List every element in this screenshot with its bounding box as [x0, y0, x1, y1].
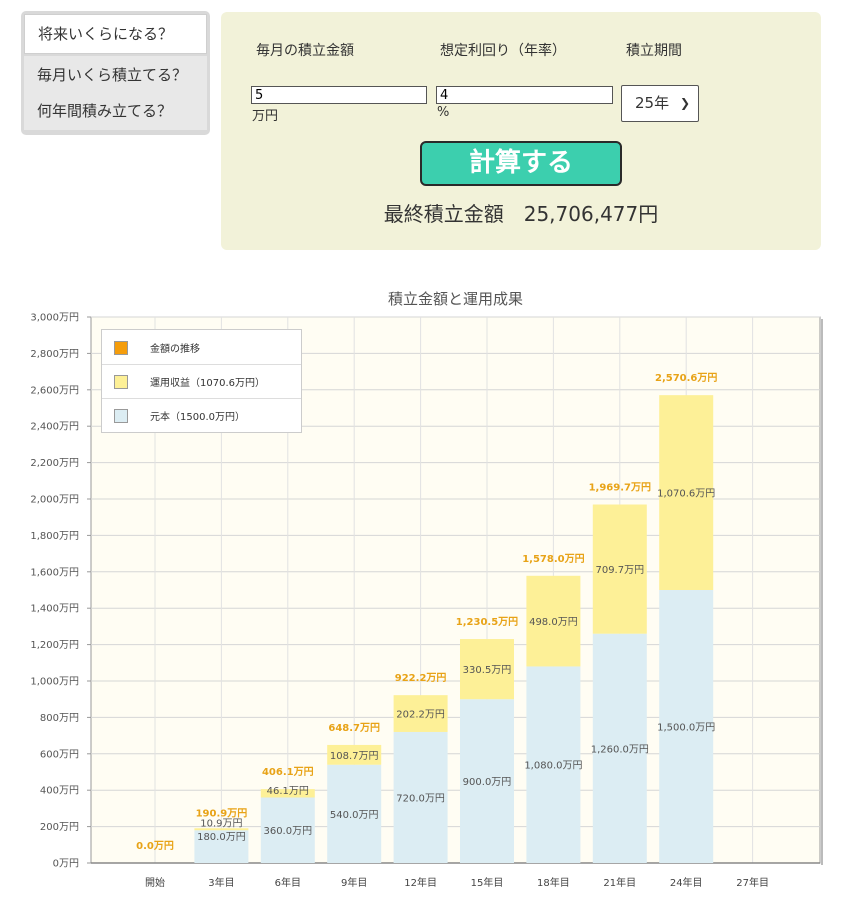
y-tick-label: 0万円: [53, 859, 79, 870]
data-label-total: 1,578.0万円: [522, 553, 584, 565]
legend-swatch-trend: [114, 341, 128, 355]
calc-mode-tabs: 将来いくらになる？ 毎月いくら積立てる？ 何年間積み立てる？: [21, 11, 210, 135]
y-tick-label: 200万円: [40, 822, 79, 833]
legend-label-principal: 元本（1500.0万円）: [150, 412, 245, 423]
data-label-gain: 10.9万円: [200, 818, 242, 829]
y-tick-label: 1,800万円: [30, 531, 79, 542]
data-label-principal: 1,080.0万円: [524, 761, 582, 772]
y-tick-label: 1,600万円: [30, 567, 79, 578]
y-tick-label: 2,400万円: [30, 422, 79, 433]
legend-item-principal: 元本（1500.0万円）: [102, 398, 301, 432]
monthly-amount-label: 毎月の積立金額: [256, 43, 354, 59]
data-label-gain: 46.1万円: [267, 786, 309, 797]
y-tick-label: 2,800万円: [30, 349, 79, 360]
legend-swatch-gain: [114, 375, 128, 389]
result-value: 25,706,477円: [523, 202, 659, 226]
data-label-gain: 202.2万円: [396, 710, 445, 721]
data-label-total: 0.0万円: [136, 840, 174, 852]
y-tick-label: 2,600万円: [30, 385, 79, 396]
y-tick-label: 1,200万円: [30, 640, 79, 651]
y-tick-label: 400万円: [40, 786, 79, 797]
data-label-gain: 108.7万円: [330, 751, 379, 762]
data-label-total: 922.2万円: [395, 672, 447, 684]
x-tick-label: 27年目: [736, 876, 769, 889]
data-label-gain: 709.7万円: [595, 565, 644, 576]
data-label-principal: 1,260.0万円: [591, 744, 649, 755]
legend-item-trend: 金額の推移: [102, 330, 301, 365]
monthly-amount-unit: 万円: [252, 109, 279, 124]
data-label-principal: 900.0万円: [463, 777, 512, 788]
data-label-principal: 360.0万円: [263, 826, 312, 837]
monthly-amount-input[interactable]: [251, 86, 427, 104]
data-label-principal: 720.0万円: [396, 793, 445, 804]
data-label-total: 1,969.7万円: [589, 482, 651, 494]
legend-swatch-principal: [114, 409, 128, 423]
period-label: 積立期間: [626, 43, 682, 59]
x-tick-label: 18年目: [537, 876, 570, 889]
tab-future-value[interactable]: 将来いくらになる？: [24, 14, 207, 54]
calculate-button[interactable]: 計算する: [420, 141, 622, 186]
rate-unit: %: [437, 105, 450, 120]
x-tick-label: 9年目: [341, 876, 367, 889]
x-tick-label: 3年目: [208, 876, 234, 889]
y-tick-label: 1,400万円: [30, 604, 79, 615]
y-tick-label: 2,200万円: [30, 458, 79, 469]
x-tick-label: 12年目: [404, 876, 437, 889]
chart-title: 積立金額と運用成果: [388, 290, 523, 308]
data-label-total: 2,570.6万円: [655, 372, 717, 384]
x-tick-label: 6年目: [275, 876, 301, 889]
data-label-principal: 540.0万円: [330, 810, 379, 821]
data-label-total: 406.1万円: [262, 766, 314, 778]
y-tick-label: 3,000万円: [30, 313, 79, 324]
rate-label: 想定利回り（年率）: [440, 43, 566, 59]
data-label-gain: 498.0万円: [529, 617, 578, 628]
tab-years[interactable]: 何年間積み立てる？: [24, 92, 207, 130]
calculation-panel: 毎月の積立金額 想定利回り（年率） 積立期間 万円 % 25年 ❯ 計算する 最…: [221, 12, 821, 250]
result-label: 最終積立金額: [383, 202, 504, 226]
y-tick-label: 800万円: [40, 713, 79, 724]
legend-label-gain: 運用収益（1070.6万円）: [150, 378, 265, 389]
period-select[interactable]: 25年 ❯: [621, 85, 699, 122]
data-label-principal: 1,500.0万円: [657, 723, 715, 734]
chevron-down-icon: ❯: [679, 96, 690, 110]
legend-label-trend: 金額の推移: [150, 344, 200, 355]
data-label-total: 1,230.5万円: [456, 616, 518, 628]
legend-item-gain: 運用収益（1070.6万円）: [102, 364, 301, 399]
data-label-principal: 180.0万円: [197, 832, 246, 843]
x-tick-label: 21年目: [603, 876, 636, 889]
x-tick-label: 24年目: [670, 876, 703, 889]
data-label-gain: 1,070.6万円: [657, 489, 715, 500]
y-tick-label: 600万円: [40, 749, 79, 760]
chart-legend: 金額の推移 運用収益（1070.6万円） 元本（1500.0万円）: [101, 329, 302, 433]
x-tick-label: 15年目: [471, 876, 504, 889]
rate-input[interactable]: [436, 86, 613, 104]
data-label-total: 190.9万円: [196, 807, 248, 819]
data-label-gain: 330.5万円: [463, 665, 512, 676]
y-tick-label: 1,000万円: [30, 677, 79, 688]
data-label-total: 648.7万円: [328, 722, 380, 734]
x-tick-label: 開始: [145, 876, 165, 889]
result-line: 最終積立金額 25,706,477円: [221, 198, 821, 227]
tab-monthly-amount[interactable]: 毎月いくら積立てる？: [24, 56, 207, 94]
y-tick-label: 2,000万円: [30, 495, 79, 506]
period-select-value: 25年: [635, 94, 670, 112]
